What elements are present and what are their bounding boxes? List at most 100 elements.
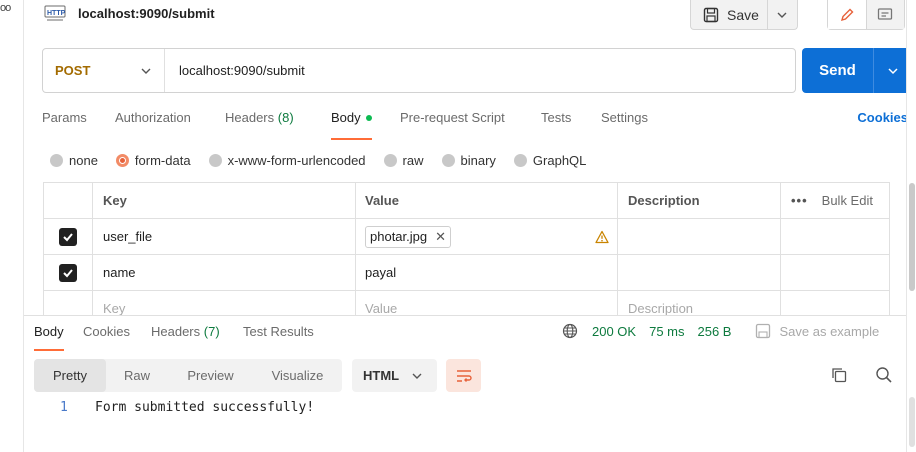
pencil-icon	[840, 8, 854, 21]
radio-binary[interactable]: binary	[441, 152, 496, 168]
format-select[interactable]: HTML	[352, 359, 437, 392]
row-checkbox-cell	[44, 291, 93, 315]
tab-headers[interactable]: Headers (8)	[225, 110, 294, 140]
scrollbar-thumb[interactable]	[909, 183, 915, 291]
file-name: photar.jpg	[370, 229, 428, 244]
save-label: Save	[727, 6, 759, 23]
more-options-icon[interactable]: •••	[791, 193, 808, 208]
radio-circle-icon	[383, 153, 397, 167]
bulk-edit-cell: ••• Bulk Edit	[781, 183, 889, 218]
radio-urlencoded[interactable]: x-www-form-urlencoded	[208, 152, 366, 168]
value-placeholder[interactable]: Value	[356, 291, 618, 315]
tab-authorization[interactable]: Authorization	[115, 110, 191, 140]
view-pretty-button[interactable]: Pretty	[34, 359, 106, 392]
cookies-link[interactable]: Cookies	[857, 110, 908, 125]
view-mode-group	[827, 0, 905, 30]
tab-response-headers-count: (7)	[203, 324, 220, 339]
copy-icon[interactable]	[830, 366, 848, 384]
view-preview-button[interactable]: Preview	[168, 359, 253, 392]
method-select[interactable]: POST	[43, 49, 165, 92]
body-type-radios: none form-data x-www-form-urlencoded raw…	[50, 151, 604, 169]
description-placeholder[interactable]: Description	[618, 291, 781, 315]
checkmark-icon	[63, 232, 73, 241]
tab-test-results[interactable]: Test Results	[243, 324, 314, 351]
table-row: name payal	[44, 255, 889, 291]
save-icon	[703, 7, 719, 22]
save-button[interactable]: Save	[690, 0, 798, 30]
remove-file-icon[interactable]: ✕	[435, 229, 446, 245]
status-code[interactable]: 200 OK	[592, 324, 636, 339]
radio-urlencoded-label: x-www-form-urlencoded	[227, 152, 366, 168]
radio-graphql-label: GraphQL	[532, 152, 587, 168]
row-key[interactable]: name	[93, 255, 356, 290]
tab-body[interactable]: Body	[331, 110, 372, 140]
response-meta: 200 OK 75 ms 256 B Save as example	[562, 323, 879, 339]
response-body-line: 1 Form submitted successfully!	[60, 400, 314, 415]
save-options-button[interactable]	[768, 9, 797, 21]
edit-mode-button[interactable]	[828, 0, 866, 29]
radio-form-data[interactable]: form-data	[115, 153, 191, 168]
row-checkbox-cell	[44, 219, 93, 254]
table-row: user_file photar.jpg ✕	[44, 219, 889, 255]
response-divider[interactable]	[24, 315, 906, 316]
row-checkbox-cell	[44, 255, 93, 290]
chevron-down-icon	[777, 12, 787, 18]
row-description[interactable]	[618, 255, 781, 290]
request-title[interactable]: localhost:9090/submit	[78, 6, 215, 21]
response-size[interactable]: 256 B	[698, 324, 732, 339]
view-visualize-button[interactable]: Visualize	[253, 359, 342, 392]
chevron-down-icon	[412, 373, 422, 379]
radio-selected-icon	[115, 153, 129, 167]
tab-response-headers[interactable]: Headers (7)	[151, 324, 220, 351]
radio-none[interactable]: none	[50, 153, 98, 168]
save-as-example-button[interactable]: Save as example	[755, 323, 879, 339]
bulk-edit-button[interactable]: Bulk Edit	[822, 193, 873, 208]
tab-response-body[interactable]: Body	[34, 324, 64, 351]
tab-params[interactable]: Params	[42, 110, 87, 140]
svg-text:HTTP: HTTP	[47, 10, 66, 17]
save-icon	[756, 323, 771, 339]
tab-headers-label: Headers	[225, 110, 275, 125]
tab-settings[interactable]: Settings	[601, 110, 648, 140]
row-checkbox[interactable]	[59, 263, 77, 282]
row-value[interactable]: payal	[356, 255, 618, 290]
radio-raw[interactable]: raw	[383, 153, 424, 168]
radio-graphql[interactable]: GraphQL	[513, 152, 587, 168]
header-key: Key	[93, 183, 356, 218]
more-icon[interactable]: oo	[0, 2, 11, 14]
header-checkbox-cell	[44, 183, 93, 218]
row-value[interactable]: photar.jpg ✕	[356, 219, 618, 254]
url-input[interactable]: localhost:9090/submit	[165, 63, 305, 78]
warning-icon[interactable]	[595, 230, 609, 244]
tab-response-cookies[interactable]: Cookies	[83, 324, 130, 351]
header-value: Value	[356, 183, 618, 218]
chevron-down-icon	[141, 68, 151, 74]
key-placeholder[interactable]: Key	[93, 291, 356, 315]
modified-indicator-icon	[365, 114, 372, 121]
tab-pre-request-script[interactable]: Pre-request Script	[400, 110, 505, 140]
wrap-lines-button[interactable]	[446, 359, 481, 392]
row-key[interactable]: user_file	[93, 219, 356, 254]
send-button[interactable]: Send	[802, 48, 912, 93]
globe-icon[interactable]	[562, 323, 578, 339]
line-number: 1	[60, 400, 68, 415]
form-data-table: Key Value Description ••• Bulk Edit user…	[43, 182, 890, 315]
request-tabs: Params Authorization Headers (8) Body Pr…	[42, 110, 912, 140]
search-icon[interactable]	[875, 366, 893, 384]
comments-button[interactable]	[865, 0, 904, 29]
radio-binary-label: binary	[460, 152, 496, 168]
response-scrollbar-thumb[interactable]	[909, 397, 915, 447]
row-checkbox[interactable]	[59, 227, 77, 246]
line-content[interactable]: Form submitted successfully!	[95, 400, 314, 415]
wrap-lines-icon	[456, 369, 472, 382]
tab-tests[interactable]: Tests	[541, 110, 571, 140]
row-extra	[781, 255, 889, 290]
row-description[interactable]	[618, 219, 781, 254]
save-main-button[interactable]: Save	[691, 0, 768, 29]
scrollbar[interactable]	[906, 0, 916, 452]
response-time[interactable]: 75 ms	[649, 324, 684, 339]
send-main-button[interactable]: Send	[802, 48, 874, 93]
table-header-row: Key Value Description ••• Bulk Edit	[44, 183, 889, 219]
format-label: HTML	[363, 368, 400, 383]
view-raw-button[interactable]: Raw	[106, 359, 168, 392]
